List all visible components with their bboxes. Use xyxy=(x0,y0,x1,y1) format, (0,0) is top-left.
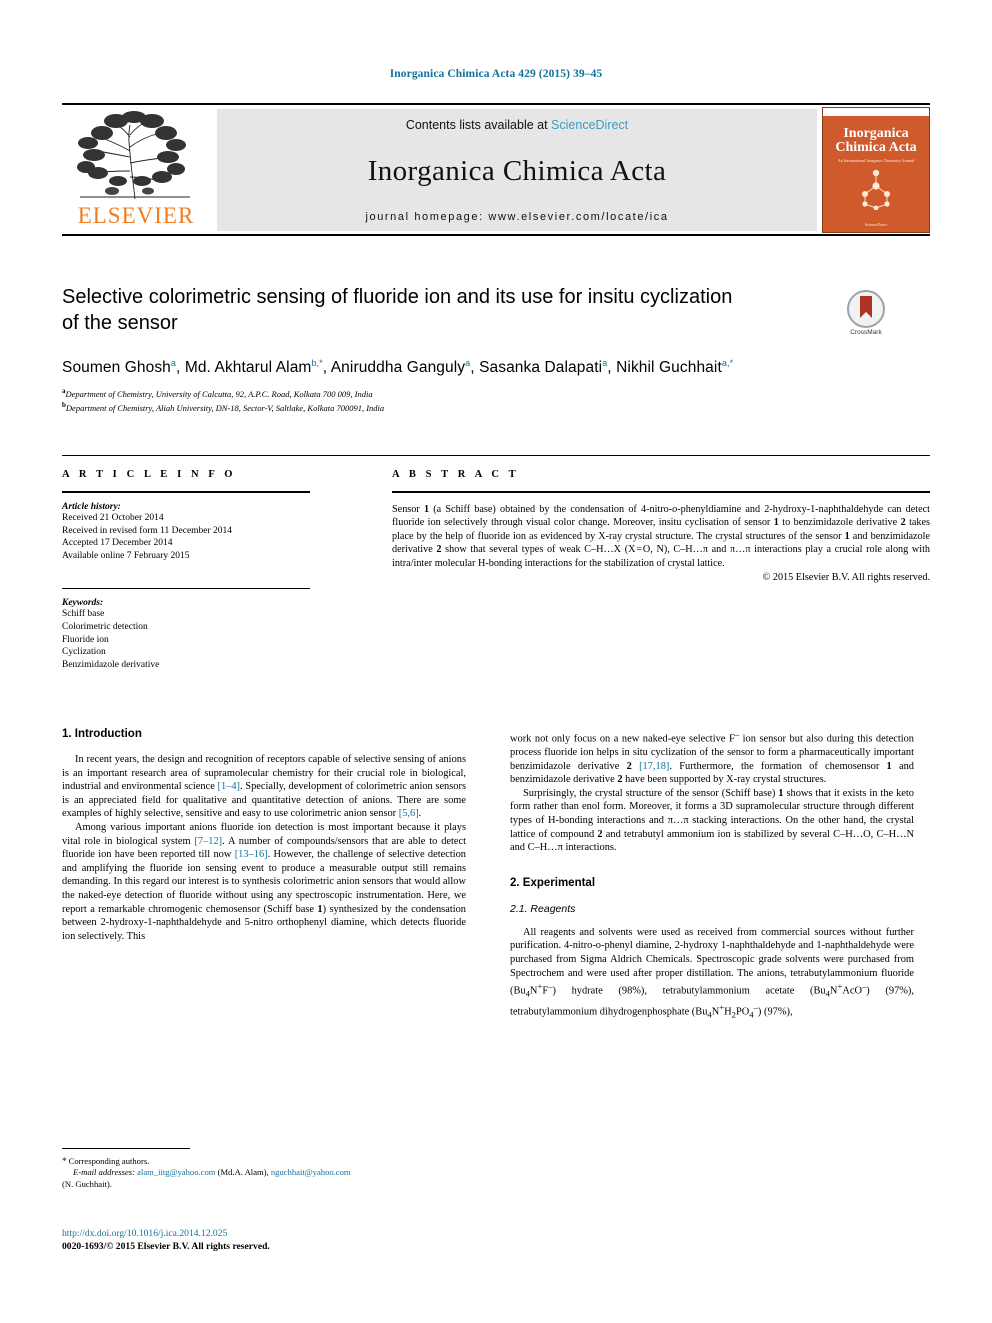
journal-homepage[interactable]: journal homepage: www.elsevier.com/locat… xyxy=(365,211,668,223)
article-info-heading: A R T I C L E I N F O xyxy=(62,469,237,480)
doi-link[interactable]: http://dx.doi.org/10.1016/j.ica.2014.12.… xyxy=(62,1228,562,1241)
affiliation-a-text: Department of Chemistry, University of C… xyxy=(65,388,373,399)
intro-paragraph-3: Surprisingly, the crystal structure of t… xyxy=(510,787,914,854)
intro-paragraph-2-continued: work not only focus on a new naked-eye s… xyxy=(510,729,915,786)
crossmark-icon xyxy=(847,290,885,328)
running-head: Inorganica Chimica Acta 429 (2015) 39–45 xyxy=(389,68,603,80)
abstract-heading: A B S T R A C T xyxy=(392,469,520,480)
history-accepted: Accepted 17 December 2014 xyxy=(62,538,173,549)
cover-top-band xyxy=(823,108,929,116)
history-revised: Received in revised form 11 December 201… xyxy=(62,525,233,536)
journal-title: Inorganica Chimica Acta xyxy=(367,155,667,187)
cover-molecule-icon xyxy=(862,169,890,210)
history-received: Received 21 October 2014 xyxy=(62,513,164,523)
email-line-owner: (N. Guchhait). xyxy=(62,1178,112,1189)
page-footer: http://dx.doi.org/10.1016/j.ica.2014.12.… xyxy=(62,1228,562,1253)
keyword-item: Benzimidazole derivative xyxy=(62,659,160,670)
affiliation-a: aDepartment of Chemistry, University of … xyxy=(62,386,930,400)
corresponding-author-text: Corresponding authors. xyxy=(68,1156,150,1166)
intro-paragraph-2: Among various important anions fluoride … xyxy=(62,821,467,942)
email-line: E-mail addresses: alam_iitg@yahoo.com (M… xyxy=(73,1167,351,1178)
abstract-copyright: © 2015 Elsevier B.V. All rights reserved… xyxy=(762,572,930,584)
article-info-rule xyxy=(62,491,310,493)
article-info-column: A R T I C L E I N F O Article history: R… xyxy=(62,455,310,671)
elsevier-wordmark: ELSEVIER xyxy=(77,203,195,228)
asterisk-icon: * xyxy=(62,1156,67,1166)
crossmark-badge[interactable]: CrossMark xyxy=(834,290,898,338)
article-history-label: Article history: xyxy=(62,502,121,512)
sciencedirect-link[interactable]: ScienceDirect xyxy=(551,118,628,132)
keyword-item: Cyclization xyxy=(62,647,106,658)
abstract-rule xyxy=(392,491,930,493)
masthead-bottom-rule xyxy=(62,234,930,236)
body-column-left: 1. Introduction In recent years, the des… xyxy=(62,728,466,943)
masthead-center-panel: Contents lists available at ScienceDirec… xyxy=(217,109,817,231)
journal-cover-thumbnail: Inorganica Chimica Acta An International… xyxy=(822,107,930,233)
footnote-rule xyxy=(62,1148,190,1149)
paper-page: Inorganica Chimica Acta 429 (2015) 39–45 xyxy=(0,0,992,1323)
affiliation-list: aDepartment of Chemistry, University of … xyxy=(62,386,930,415)
contents-prefix: Contents lists available at xyxy=(405,118,552,132)
author-list: Soumen Ghosha, Md. Akhtarul Alamb,*, Ani… xyxy=(62,358,734,377)
body-column-right: work not only focus on a new naked-eye s… xyxy=(510,728,914,1022)
crossmark-label: CrossMark xyxy=(850,329,882,336)
elsevier-tree-icon xyxy=(77,111,190,200)
reagents-paragraph: All reagents and solvents were used as r… xyxy=(510,926,914,1020)
keyword-item: Schiff base xyxy=(62,609,105,620)
cover-footer-text: ScienceDirect xyxy=(864,222,888,227)
elsevier-logo: ELSEVIER xyxy=(62,111,212,233)
cover-subtitle: An International Inorganic Chemistry Jou… xyxy=(837,158,915,163)
issn-copyright-line: 0020-1693/© 2015 Elsevier B.V. All right… xyxy=(62,1240,270,1252)
keyword-item: Fluoride ion xyxy=(62,634,109,645)
keywords-block: Keywords: Schiff base Colorimetric detec… xyxy=(62,588,310,671)
keywords-rule xyxy=(62,588,310,590)
history-online: Available online 7 February 2015 xyxy=(62,550,190,561)
section-heading-introduction: 1. Introduction xyxy=(62,728,142,740)
contents-line: Contents lists available at ScienceDirec… xyxy=(406,118,628,132)
abstract-column: A B S T R A C T Sensor 1 (a Schiff base)… xyxy=(392,455,930,583)
corresponding-author-note: * Corresponding authors. xyxy=(62,1156,466,1167)
footnote-block: * Corresponding authors. E-mail addresse… xyxy=(62,1148,466,1190)
abstract-text: Sensor 1 (a Schiff base) obtained by the… xyxy=(392,504,931,569)
journal-masthead: ELSEVIER Contents lists available at Sci… xyxy=(62,103,930,235)
affiliation-b: bDepartment of Chemistry, Aliah Universi… xyxy=(62,400,930,414)
subsection-heading-reagents: 2.1. Reagents xyxy=(510,902,576,915)
article-title-block: Selective colorimetric sensing of fluori… xyxy=(62,284,930,415)
page-title: Selective colorimetric sensing of fluori… xyxy=(62,286,733,334)
affiliation-b-text: Department of Chemistry, Aliah Universit… xyxy=(65,403,385,414)
keywords-label: Keywords: xyxy=(62,598,104,609)
intro-paragraph-1: In recent years, the design and recognit… xyxy=(62,754,466,820)
cover-title-line2: Chimica Acta xyxy=(835,140,917,155)
keyword-item: Colorimetric detection xyxy=(62,621,148,632)
section-heading-experimental: 2. Experimental xyxy=(510,876,596,889)
